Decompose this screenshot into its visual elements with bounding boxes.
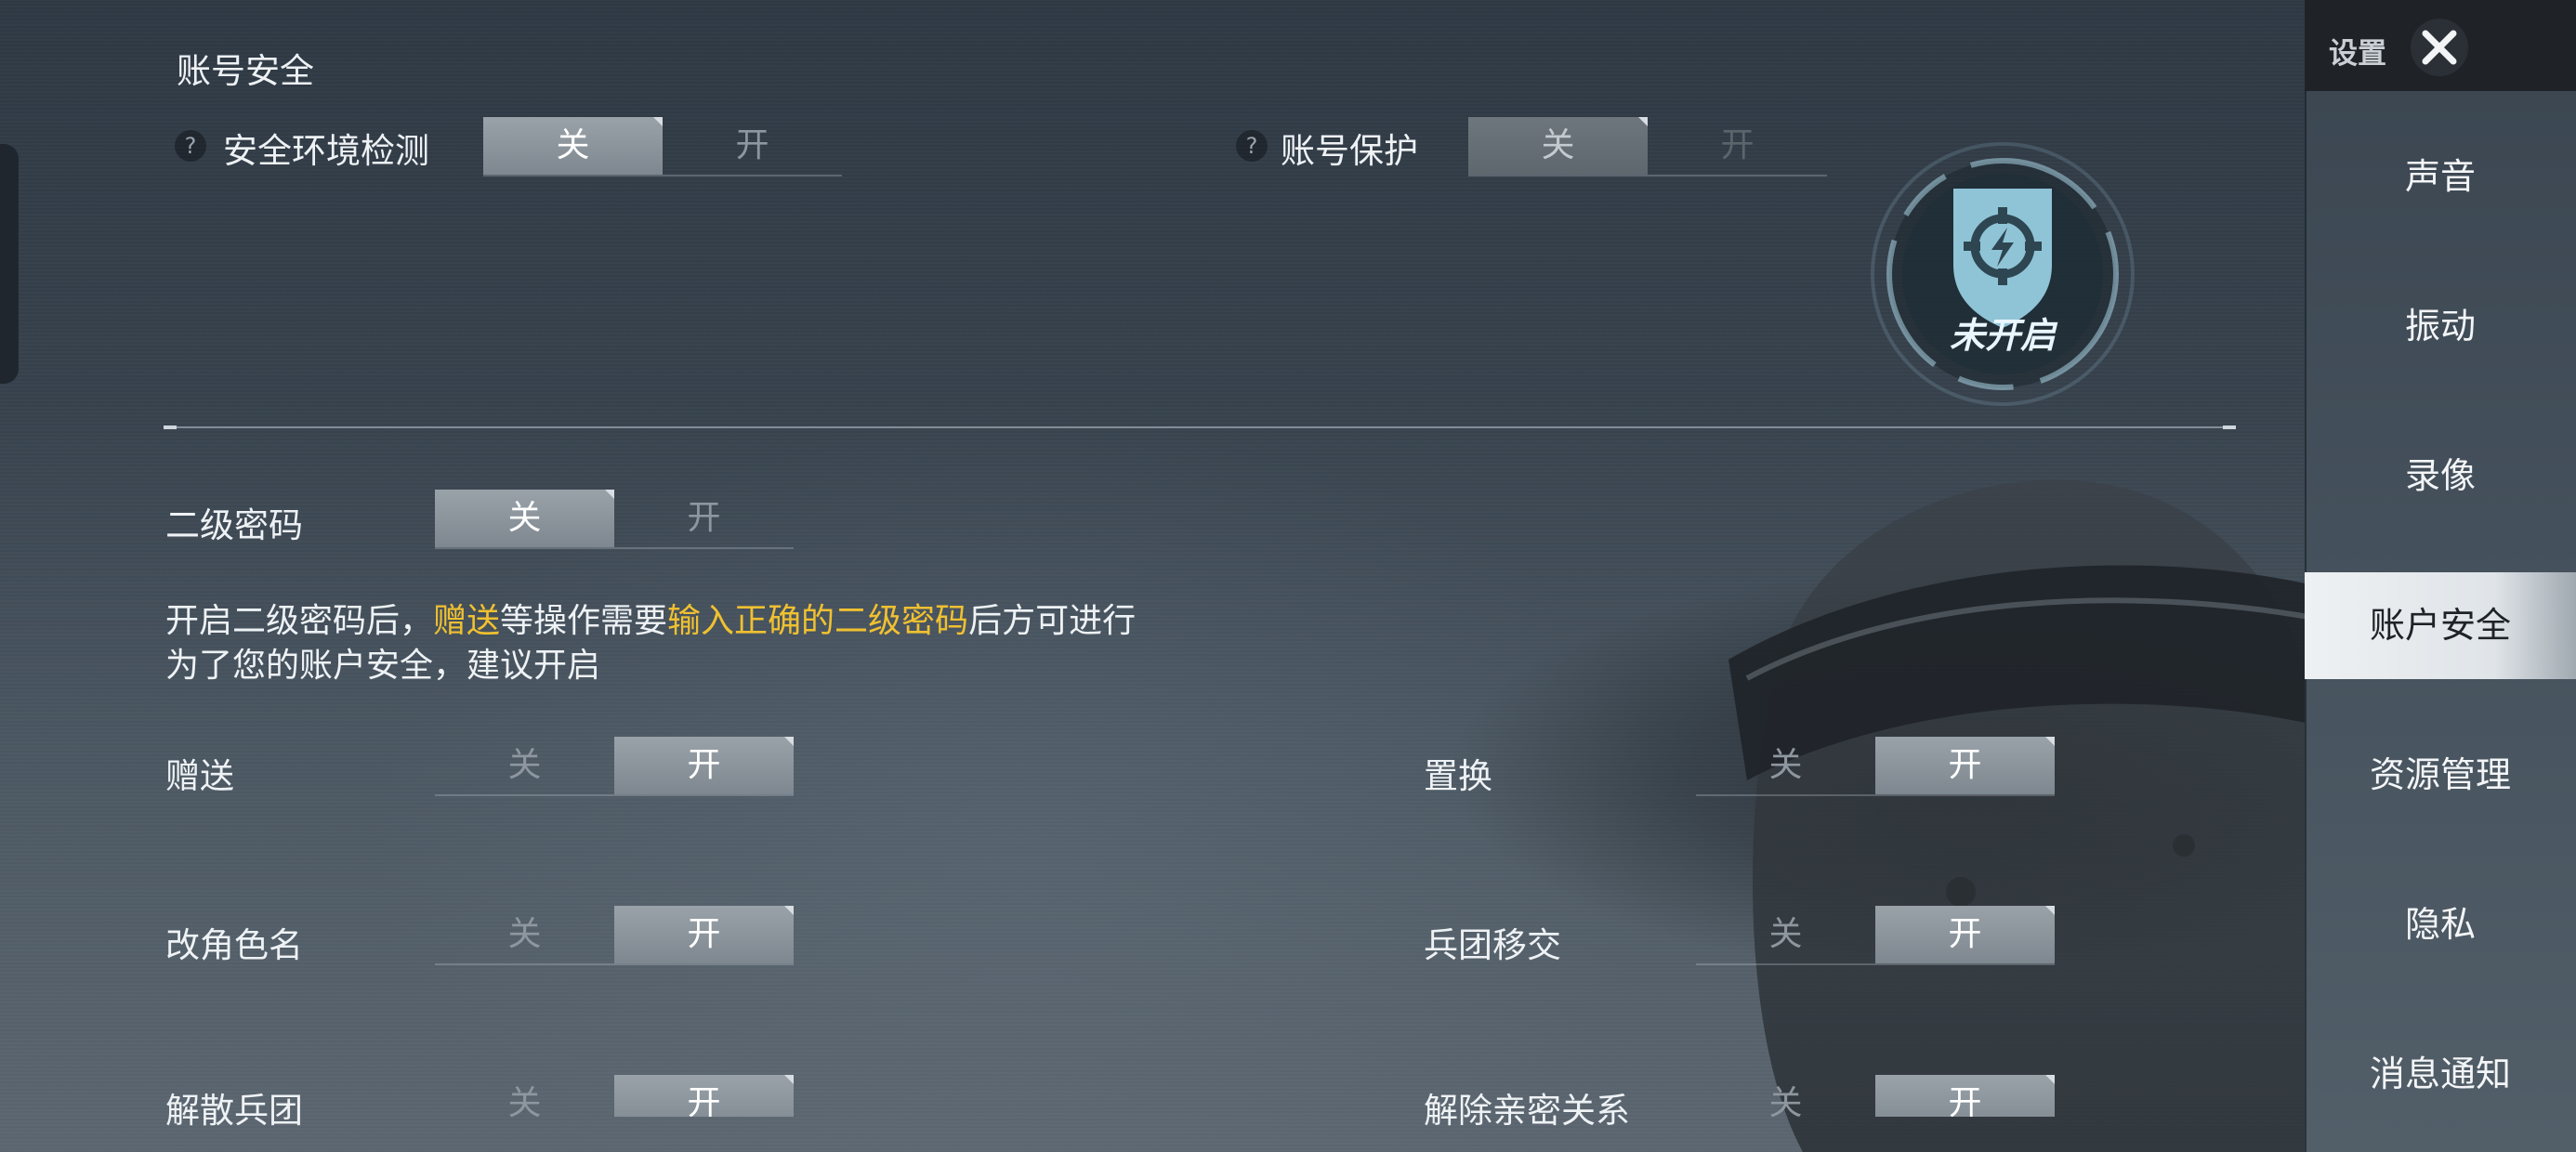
gift-on-button[interactable]: 开 [614,737,794,794]
sidebar-item-account-security[interactable]: 账户安全 [2305,572,2576,679]
left-edge-handle [0,144,19,384]
help-icon[interactable]: ? [175,130,206,162]
corps-transfer-toggle: 关 开 [1696,906,2055,965]
help-icon[interactable]: ? [1236,130,1268,162]
close-button[interactable] [2411,19,2468,76]
account-protect-off-button[interactable]: 关 [1468,117,1648,175]
account-protect-label: 账号保护 [1281,131,1418,171]
security-env-label: 安全环境检测 [223,131,429,171]
corps-transfer-on-button[interactable]: 开 [1875,906,2055,963]
corps-transfer-off-button[interactable]: 关 [1696,906,1875,963]
helmet-background-art [1728,479,2314,1152]
security-env-off-button[interactable]: 关 [483,117,663,175]
account-protect-on-button[interactable]: 开 [1648,117,1827,175]
second-password-description: 开启二级密码后，赠送等操作需要输入正确的二级密码后方可进行 为了您的账户安全，建… [165,599,1136,688]
exchange-label: 置换 [1424,756,1492,796]
description-line-1: 开启二级密码后，赠送等操作需要输入正确的二级密码后方可进行 [165,602,1137,640]
disband-corps-toggle: 关 开 [435,1075,794,1117]
rename-label: 改角色名 [165,925,303,965]
sidebar-item-sound[interactable]: 声音 [2305,124,2576,230]
sidebar-item-vibration[interactable]: 振动 [2305,273,2576,380]
remove-intimacy-toggle: 关 开 [1696,1075,2055,1117]
rename-toggle: 关 开 [435,906,794,965]
second-password-label: 二级密码 [165,505,303,545]
close-x-icon [2422,30,2457,65]
exchange-off-button[interactable]: 关 [1696,737,1875,794]
settings-title: 设置 [2329,37,2386,71]
gift-off-button[interactable]: 关 [435,737,614,794]
second-password-off-button[interactable]: 关 [435,490,614,547]
second-password-toggle: 关 开 [435,490,794,549]
exchange-toggle: 关 开 [1696,737,2055,796]
security-env-toggle: 关 开 [483,117,842,177]
account-protect-toggle: 关 开 [1468,117,1827,177]
disband-corps-on-button[interactable]: 开 [614,1075,794,1117]
remove-intimacy-off-button[interactable]: 关 [1696,1075,1875,1117]
exchange-on-button[interactable]: 开 [1875,737,2055,794]
corps-transfer-label: 兵团移交 [1424,925,1561,965]
rename-off-button[interactable]: 关 [435,906,614,963]
remove-intimacy-label: 解除亲密关系 [1424,1091,1630,1131]
rename-on-button[interactable]: 开 [614,906,794,963]
description-line-2: 为了您的账户安全，建议开启 [165,647,601,685]
sidebar-item-privacy[interactable]: 隐私 [2305,871,2576,978]
gift-toggle: 关 开 [435,737,794,796]
shield-lightning-icon [1871,142,2135,406]
remove-intimacy-on-button[interactable]: 开 [1875,1075,2055,1117]
section-divider [164,425,2236,429]
sidebar-item-notifications[interactable]: 消息通知 [2305,1021,2576,1128]
sidebar-item-resource-management[interactable]: 资源管理 [2305,722,2576,829]
second-password-on-button[interactable]: 开 [614,490,794,547]
section-title: 账号安全 [177,51,314,91]
sidebar-item-recording[interactable]: 录像 [2305,423,2576,530]
disband-corps-label: 解散兵团 [165,1091,303,1131]
security-env-on-button[interactable]: 开 [663,117,842,175]
disband-corps-off-button[interactable]: 关 [435,1075,614,1117]
protection-status-text: 未开启 [1949,315,2056,356]
gift-label: 赠送 [165,756,234,796]
